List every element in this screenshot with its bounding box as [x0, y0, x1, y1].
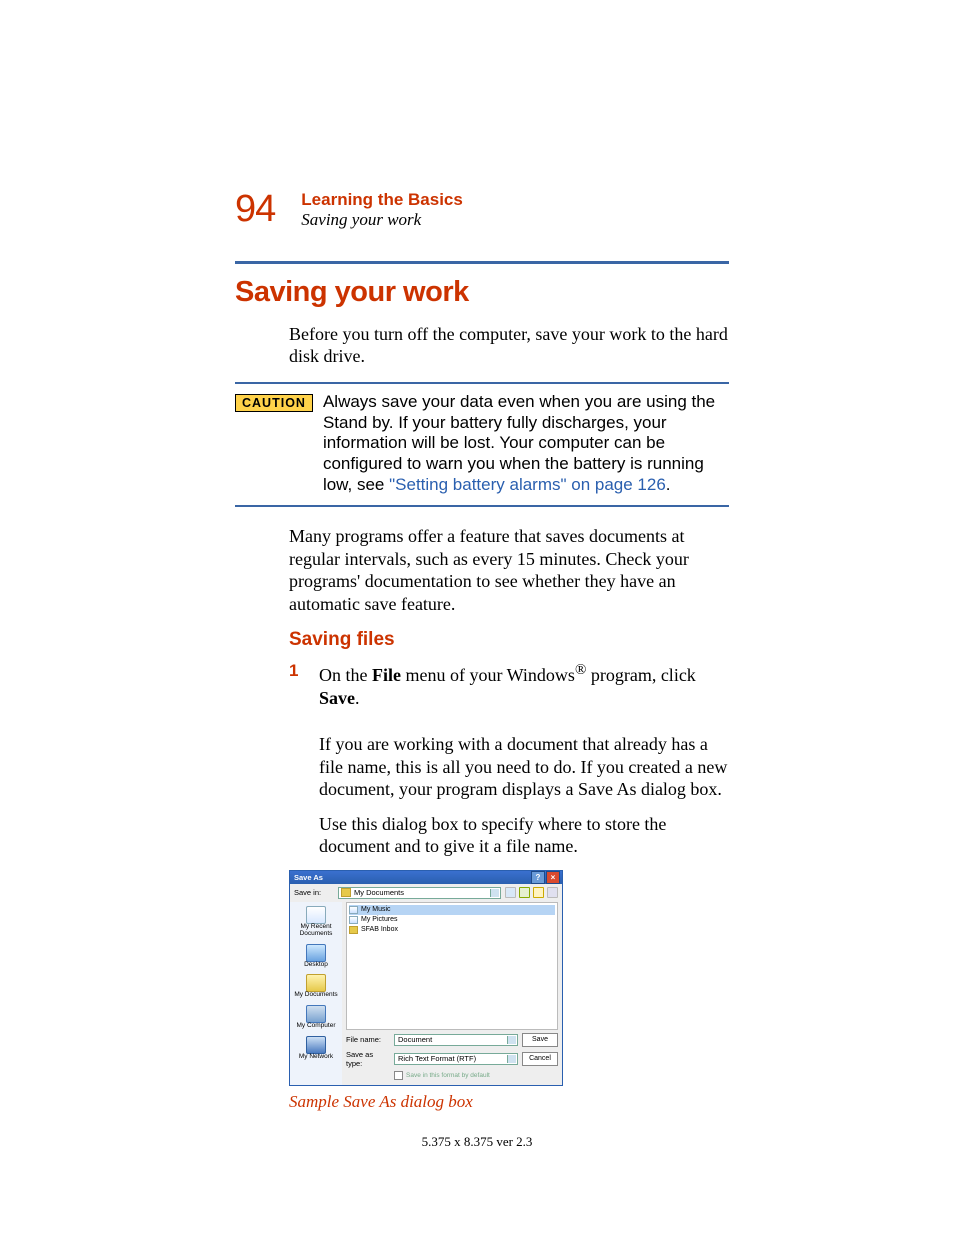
save-as-dialog: Save As ? × Save in: My Documents: [289, 870, 563, 1086]
back-icon[interactable]: [505, 887, 516, 898]
t: .: [355, 688, 360, 708]
heading-saving-your-work: Saving your work: [235, 276, 729, 309]
dialog-titlebar: Save As ? ×: [290, 871, 562, 884]
registered-mark: ®: [575, 662, 586, 678]
up-one-level-icon[interactable]: [519, 887, 530, 898]
b: File: [372, 665, 401, 685]
intro-paragraph: Before you turn off the computer, save y…: [289, 323, 729, 368]
cancel-button[interactable]: Cancel: [522, 1052, 558, 1066]
step-number: 1: [289, 661, 319, 721]
checkbox-icon[interactable]: [394, 1071, 403, 1080]
dialog-title: Save As: [294, 873, 323, 882]
heading-saving-files: Saving files: [289, 629, 729, 651]
chapter-title: Learning the Basics: [301, 190, 463, 210]
caution-callout: CAUTION Always save your data even when …: [235, 382, 729, 508]
save-button[interactable]: Save: [522, 1033, 558, 1047]
file-list[interactable]: My Music My Pictures SFAB Inbox: [346, 902, 558, 1030]
caution-text: Always save your data even when you are …: [323, 392, 729, 496]
link-battery-alarms[interactable]: "Setting battery alarms" on page 126: [389, 475, 666, 494]
my-documents-icon: [306, 974, 326, 992]
figure-caption: Sample Save As dialog box: [289, 1092, 729, 1112]
places-bar: My Recent Documents Desktop My Documents…: [290, 902, 342, 1085]
folder-icon: [349, 906, 358, 914]
place-my-computer[interactable]: My Computer: [296, 1005, 335, 1030]
page-footer: 5.375 x 8.375 ver 2.3: [0, 1134, 954, 1150]
close-icon[interactable]: ×: [546, 871, 560, 884]
recent-documents-icon: [306, 906, 326, 924]
views-icon[interactable]: [547, 887, 558, 898]
help-icon[interactable]: ?: [531, 871, 545, 884]
place-label: My Computer: [296, 1023, 335, 1030]
default-format-row[interactable]: Save in this format by default: [346, 1071, 558, 1080]
save-as-type-value: Rich Text Format (RTF): [398, 1054, 476, 1063]
place-label: My Recent Documents: [290, 924, 342, 938]
place-label: My Network: [299, 1054, 333, 1061]
save-in-label: Save in:: [294, 888, 334, 897]
place-label: My Documents: [294, 992, 337, 999]
file-name: SFAB Inbox: [361, 926, 398, 933]
file-name: My Pictures: [361, 916, 398, 923]
divider: [235, 261, 729, 264]
place-recent[interactable]: My Recent Documents: [290, 906, 342, 938]
list-item[interactable]: My Pictures: [349, 915, 555, 925]
step-1: 1 On the File menu of your Windows® prog…: [289, 661, 729, 721]
autosave-paragraph: Many programs offer a feature that saves…: [289, 525, 729, 615]
t: program, click: [586, 665, 695, 685]
list-item[interactable]: My Music: [349, 905, 555, 915]
list-item[interactable]: SFAB Inbox: [349, 925, 555, 935]
place-my-documents[interactable]: My Documents: [294, 974, 337, 999]
place-desktop[interactable]: Desktop: [304, 944, 328, 969]
t: menu of your Windows: [401, 665, 575, 685]
step-1-p2: If you are working with a document that …: [319, 733, 729, 801]
page-number: 94: [235, 190, 275, 228]
file-name-input[interactable]: Document: [394, 1034, 518, 1046]
save-as-type-dropdown[interactable]: Rich Text Format (RTF): [394, 1053, 518, 1065]
my-network-icon: [306, 1036, 326, 1054]
file-name: My Music: [361, 906, 391, 913]
caution-badge: CAUTION: [235, 394, 313, 412]
save-in-dropdown[interactable]: My Documents: [338, 887, 501, 899]
folder-icon: [349, 916, 358, 924]
place-label: Desktop: [304, 962, 328, 969]
my-computer-icon: [306, 1005, 326, 1023]
caution-text-2: .: [666, 475, 671, 494]
b: Save: [319, 688, 355, 708]
save-as-type-label: Save as type:: [346, 1050, 390, 1068]
folder-icon: [349, 926, 358, 934]
save-in-value: My Documents: [354, 888, 404, 897]
t: On the: [319, 665, 372, 685]
new-folder-icon[interactable]: [533, 887, 544, 898]
place-my-network[interactable]: My Network: [299, 1036, 333, 1061]
desktop-icon: [306, 944, 326, 962]
file-name-label: File name:: [346, 1035, 390, 1044]
file-name-value: Document: [398, 1035, 432, 1044]
step-1-p3: Use this dialog box to specify where to …: [319, 813, 729, 858]
section-subtitle: Saving your work: [301, 210, 463, 230]
default-format-label: Save in this format by default: [406, 1072, 490, 1079]
folder-icon: [341, 888, 351, 897]
step-1-text: On the File menu of your Windows® progra…: [319, 661, 729, 721]
page-header: 94 Learning the Basics Saving your work: [235, 190, 729, 231]
